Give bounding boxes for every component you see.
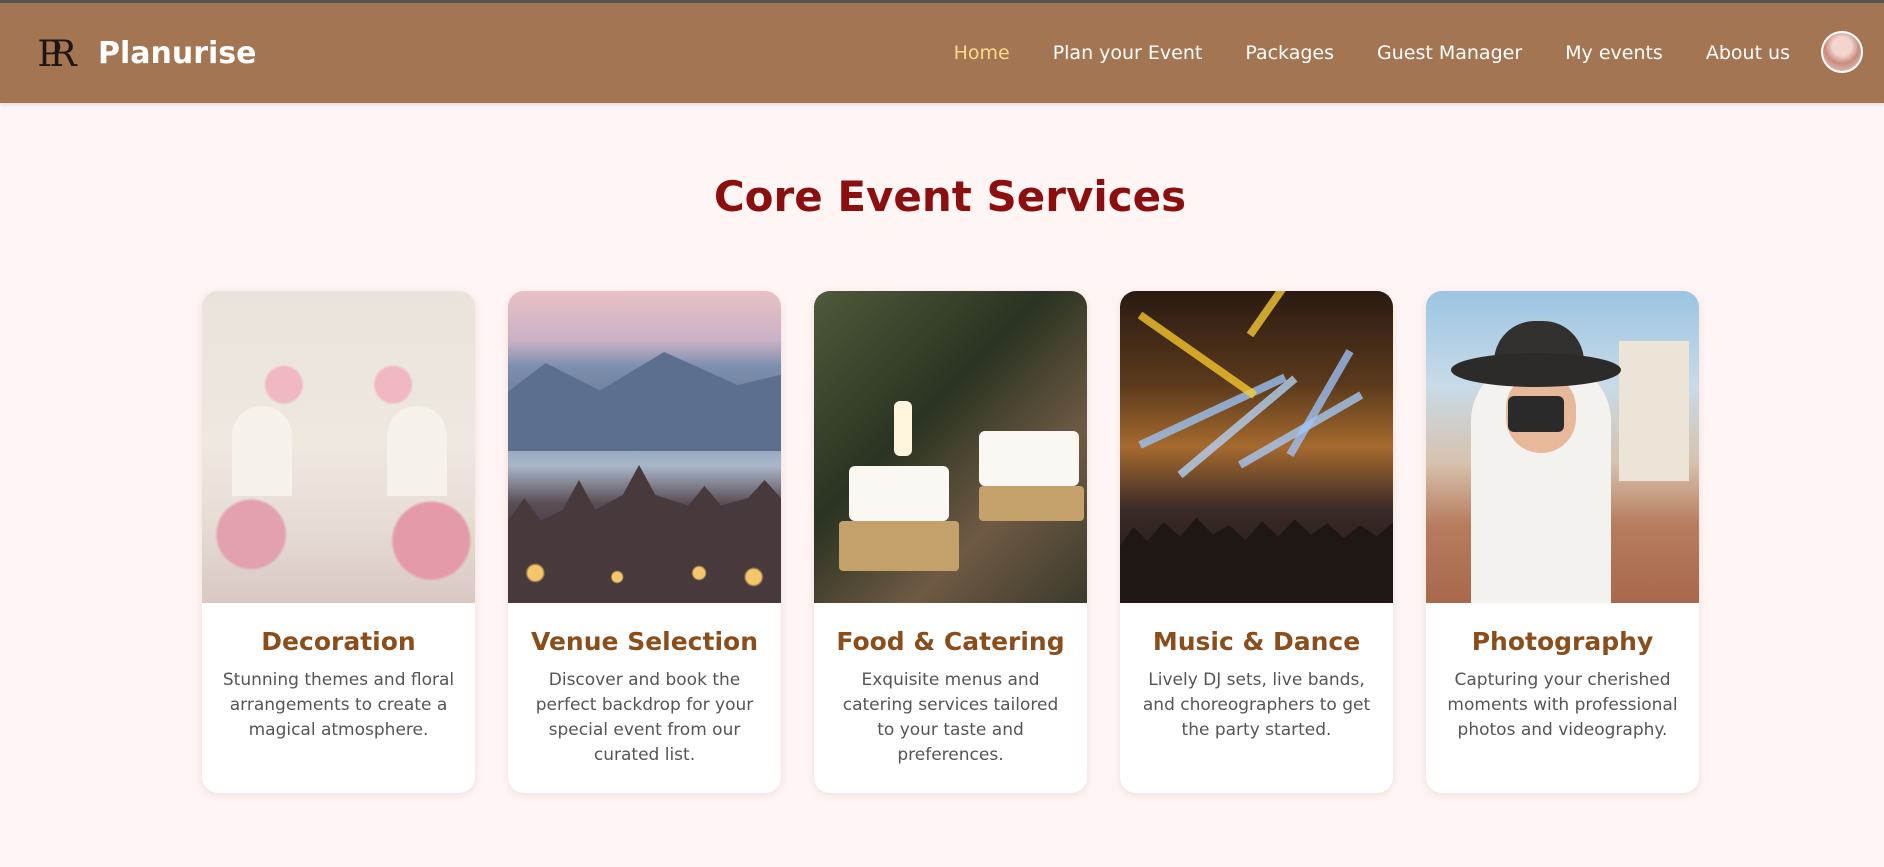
card-description: Stunning themes and floral arrangements … (222, 670, 455, 740)
card-description: Discover and book the perfect backdrop f… (535, 670, 754, 765)
card-title: Photography (1471, 627, 1654, 656)
card-title: Venue Selection (531, 627, 758, 656)
nav-packages[interactable]: Packages (1245, 42, 1334, 64)
logo[interactable]: PR (22, 25, 80, 83)
nav-home[interactable]: Home (954, 42, 1010, 64)
candle (894, 401, 912, 456)
nav-my-events[interactable]: My events (1565, 42, 1663, 64)
nav-about-us[interactable]: About us (1706, 42, 1790, 64)
light-beam-yellow (1137, 311, 1257, 399)
music-image (1120, 291, 1393, 603)
decoration-image (202, 291, 475, 603)
services-grid: Decoration Stunning themes and floral ar… (202, 291, 1699, 793)
venue-mountains (508, 352, 781, 451)
decor-arch-right (387, 406, 447, 496)
card-title: Food & Catering (836, 627, 1065, 656)
user-avatar[interactable] (1821, 31, 1863, 73)
card-title: Music & Dance (1152, 627, 1361, 656)
cake-stand-left (839, 521, 959, 571)
photo-building (1619, 341, 1689, 481)
card-description: Capturing your cherished moments with pr… (1447, 670, 1678, 740)
photo-hat-brim (1451, 353, 1621, 387)
light-beam-yellow (1246, 291, 1346, 338)
logo-letters: PR (37, 33, 76, 75)
service-card-photography[interactable]: Photography Capturing your cherished mom… (1426, 291, 1699, 793)
service-card-music-dance[interactable]: Music & Dance Lively DJ sets, live bands… (1120, 291, 1393, 793)
crowd (1120, 517, 1393, 603)
food-image (814, 291, 1087, 603)
camera-icon (1508, 396, 1564, 432)
decor-arch-left (232, 406, 292, 496)
service-card-decoration[interactable]: Decoration Stunning themes and floral ar… (202, 291, 475, 793)
nav-plan-your-event[interactable]: Plan your Event (1053, 42, 1203, 64)
light-beam (1177, 375, 1298, 479)
service-card-food-catering[interactable]: Food & Catering Exquisite menus and cate… (814, 291, 1087, 793)
section-title: Core Event Services (713, 172, 1187, 221)
cake-right (979, 431, 1079, 486)
card-title: Decoration (261, 627, 416, 656)
photography-image (1426, 291, 1699, 603)
light-beam (1138, 373, 1287, 449)
venue-image (508, 291, 781, 603)
cake-stand-right (979, 486, 1084, 521)
navbar: PR Planurise Home Plan your Event Packag… (0, 3, 1884, 103)
cake-left (849, 466, 949, 521)
main-nav: Home Plan your Event Packages Guest Mana… (954, 3, 1790, 103)
venue-lights (508, 553, 781, 593)
service-card-venue-selection[interactable]: Venue Selection Discover and book the pe… (508, 291, 781, 793)
brand-name[interactable]: Planurise (98, 36, 257, 71)
card-description: Lively DJ sets, live bands, and choreogr… (1142, 670, 1371, 740)
card-description: Exquisite menus and catering services ta… (842, 670, 1059, 765)
nav-guest-manager[interactable]: Guest Manager (1377, 42, 1522, 64)
